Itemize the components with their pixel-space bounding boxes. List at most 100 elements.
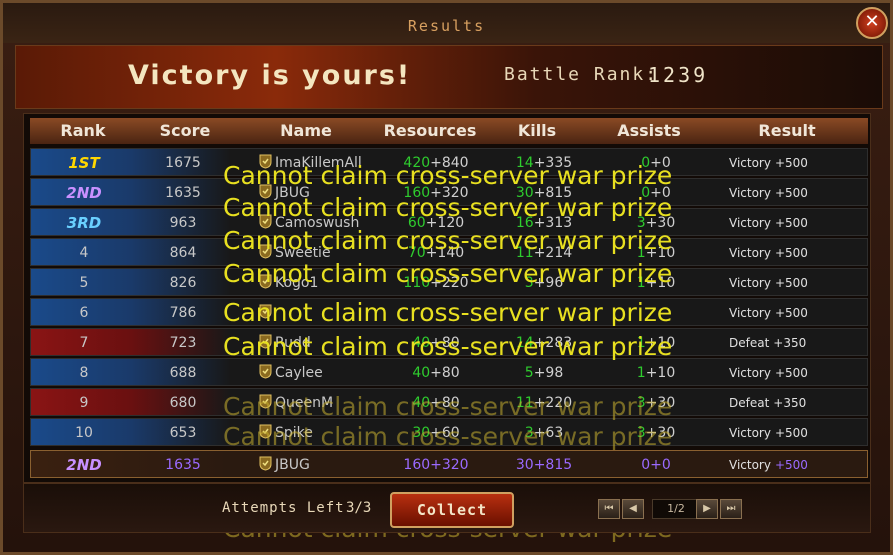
result-reward: +500 xyxy=(774,276,808,290)
kills-cell: 16+313 xyxy=(489,209,599,235)
result-reward: +500 xyxy=(774,366,808,380)
result-text: Victory xyxy=(729,366,771,380)
result-reward: +500 xyxy=(774,186,808,200)
assists-cell-base: 0 xyxy=(641,185,651,201)
player-name: Kogo1 xyxy=(275,275,319,291)
rank-cell: 1ST xyxy=(68,154,100,172)
result-text: Victory xyxy=(729,458,771,472)
kills-cell-bonus: +313 xyxy=(533,215,573,231)
first-page-button[interactable]: ⏮ xyxy=(598,499,620,519)
kills-cell-base: 5 xyxy=(524,365,534,381)
assists-cell-bonus: +10 xyxy=(645,335,676,351)
kills-cell-base: 30 xyxy=(515,457,534,473)
rank-cell: 6 xyxy=(79,305,89,321)
kills-cell: 3+63 xyxy=(489,419,599,445)
kills-cell-bonus: +283 xyxy=(533,335,573,351)
assists-cell: 0+0 xyxy=(599,149,713,175)
kills-cell-bonus: +98 xyxy=(533,365,564,381)
result-reward: +350 xyxy=(773,336,807,350)
result-cell: Victory +500 xyxy=(713,149,879,175)
last-page-icon: ⏭ xyxy=(726,503,736,514)
kills-cell: 14+335 xyxy=(489,149,599,175)
result-text: Defeat xyxy=(729,336,770,350)
resources-cell: 40+80 xyxy=(383,329,489,355)
player-name: Spike xyxy=(275,425,313,441)
next-page-button[interactable]: ▶ xyxy=(696,499,718,519)
result-text: Defeat xyxy=(729,396,770,410)
kills-cell-bonus: +96 xyxy=(533,275,564,291)
table-row: 1ST 1675 ImaKillemAll 420+840 14+335 0+0 Victo… xyxy=(30,148,868,176)
score-cell: 1635 xyxy=(165,457,201,473)
resources-cell: 40+80 xyxy=(383,389,489,415)
player-name: JBUG xyxy=(275,457,310,473)
kills-cell-bonus: +214 xyxy=(533,245,573,261)
resources-cell-bonus: +320 xyxy=(430,185,469,201)
table-row: 5 826 Kogo1 110+220 3+96 1+10 Victory +500 xyxy=(30,268,868,296)
resources-cell-base: 40 xyxy=(412,395,431,411)
prev-page-button[interactable]: ◀ xyxy=(622,499,644,519)
score-cell: 653 xyxy=(169,425,197,441)
resources-cell-bonus: +80 xyxy=(430,395,460,411)
player-name: Sweetie xyxy=(275,245,331,261)
kills-cell-base: 3 xyxy=(524,275,534,291)
assists-cell-base: 1 xyxy=(636,335,646,351)
result-text: Victory xyxy=(729,246,771,260)
resources-cell-base: 40 xyxy=(412,335,431,351)
collect-button[interactable]: Collect xyxy=(390,492,514,528)
name-cell: Caylee xyxy=(259,359,399,385)
kills-cell xyxy=(489,299,599,325)
kills-cell: 5+98 xyxy=(489,359,599,385)
rank-cell: 2ND xyxy=(66,456,102,474)
resources-cell-bonus: +140 xyxy=(425,245,465,261)
result-cell: Victory +500 xyxy=(713,239,879,265)
page-indicator: 1/2 xyxy=(652,499,700,519)
assists-cell: 1+10 xyxy=(599,239,713,265)
assists-cell-base: 3 xyxy=(636,425,646,441)
rank-cell: 3RD xyxy=(66,214,102,232)
collect-button-label: Collect xyxy=(416,501,488,519)
attempts-value: 3/3 xyxy=(346,500,372,516)
results-table: Rank Score Name Resources Kills Assists … xyxy=(23,113,871,483)
kills-cell-base: 30 xyxy=(515,185,534,201)
attempts-label: Attempts Left xyxy=(222,500,345,516)
title-bar: Results xyxy=(3,3,890,43)
table-row: 6 786 Victory +500 xyxy=(30,298,868,326)
assists-cell: 3+30 xyxy=(599,389,713,415)
assists-cell-base: 0 xyxy=(641,457,651,473)
resources-cell-bonus: +320 xyxy=(430,457,469,473)
resources-cell: 160+320 xyxy=(383,179,489,205)
rank-cell: 10 xyxy=(75,425,93,441)
resources-cell: 70+140 xyxy=(383,239,489,265)
guild-shield-icon xyxy=(259,271,272,289)
assists-cell-base: 1 xyxy=(636,365,646,381)
header-resources: Resources xyxy=(378,118,483,144)
resources-cell-bonus: +220 xyxy=(430,275,469,291)
player-name: ImaKillemAll xyxy=(275,155,362,171)
victory-text: Victory is yours! xyxy=(128,60,412,91)
header-assists: Assists xyxy=(592,118,707,144)
result-reward: +500 xyxy=(774,156,808,170)
resources-cell-base: 160 xyxy=(403,457,431,473)
table-row: 8 688 Caylee 40+80 5+98 1+10 Victory +500 xyxy=(30,358,868,386)
table-row: 9 680 QueenM 40+80 11+220 3+30 Defeat +350 xyxy=(30,388,868,416)
battle-rank-label: Battle Rank: xyxy=(504,64,659,85)
rank-cell: 9 xyxy=(79,395,89,411)
assists-cell: 1+10 xyxy=(599,359,713,385)
last-page-button[interactable]: ⏭ xyxy=(720,499,742,519)
kills-cell: 11+220 xyxy=(489,389,599,415)
kills-cell-base: 16 xyxy=(515,215,534,231)
close-icon: ✕ xyxy=(864,11,880,32)
self-row: 2ND 1635 JBUG 160+320 30+815 0+0 Victory +500 xyxy=(30,450,868,478)
guild-shield-icon xyxy=(259,361,272,379)
assists-cell: 3+30 xyxy=(599,419,713,445)
name-cell: JBUG xyxy=(259,451,399,477)
result-cell: Victory +500 xyxy=(713,299,879,325)
assists-cell-bonus: +0 xyxy=(650,457,671,473)
kills-cell-bonus: +815 xyxy=(533,185,573,201)
name-cell: Sweetie xyxy=(259,239,399,265)
result-reward: +500 xyxy=(774,216,808,230)
rank-cell: 4 xyxy=(79,245,89,261)
close-button[interactable]: ✕ xyxy=(856,7,888,39)
header-score: Score xyxy=(136,118,235,144)
header-kills: Kills xyxy=(482,118,593,144)
